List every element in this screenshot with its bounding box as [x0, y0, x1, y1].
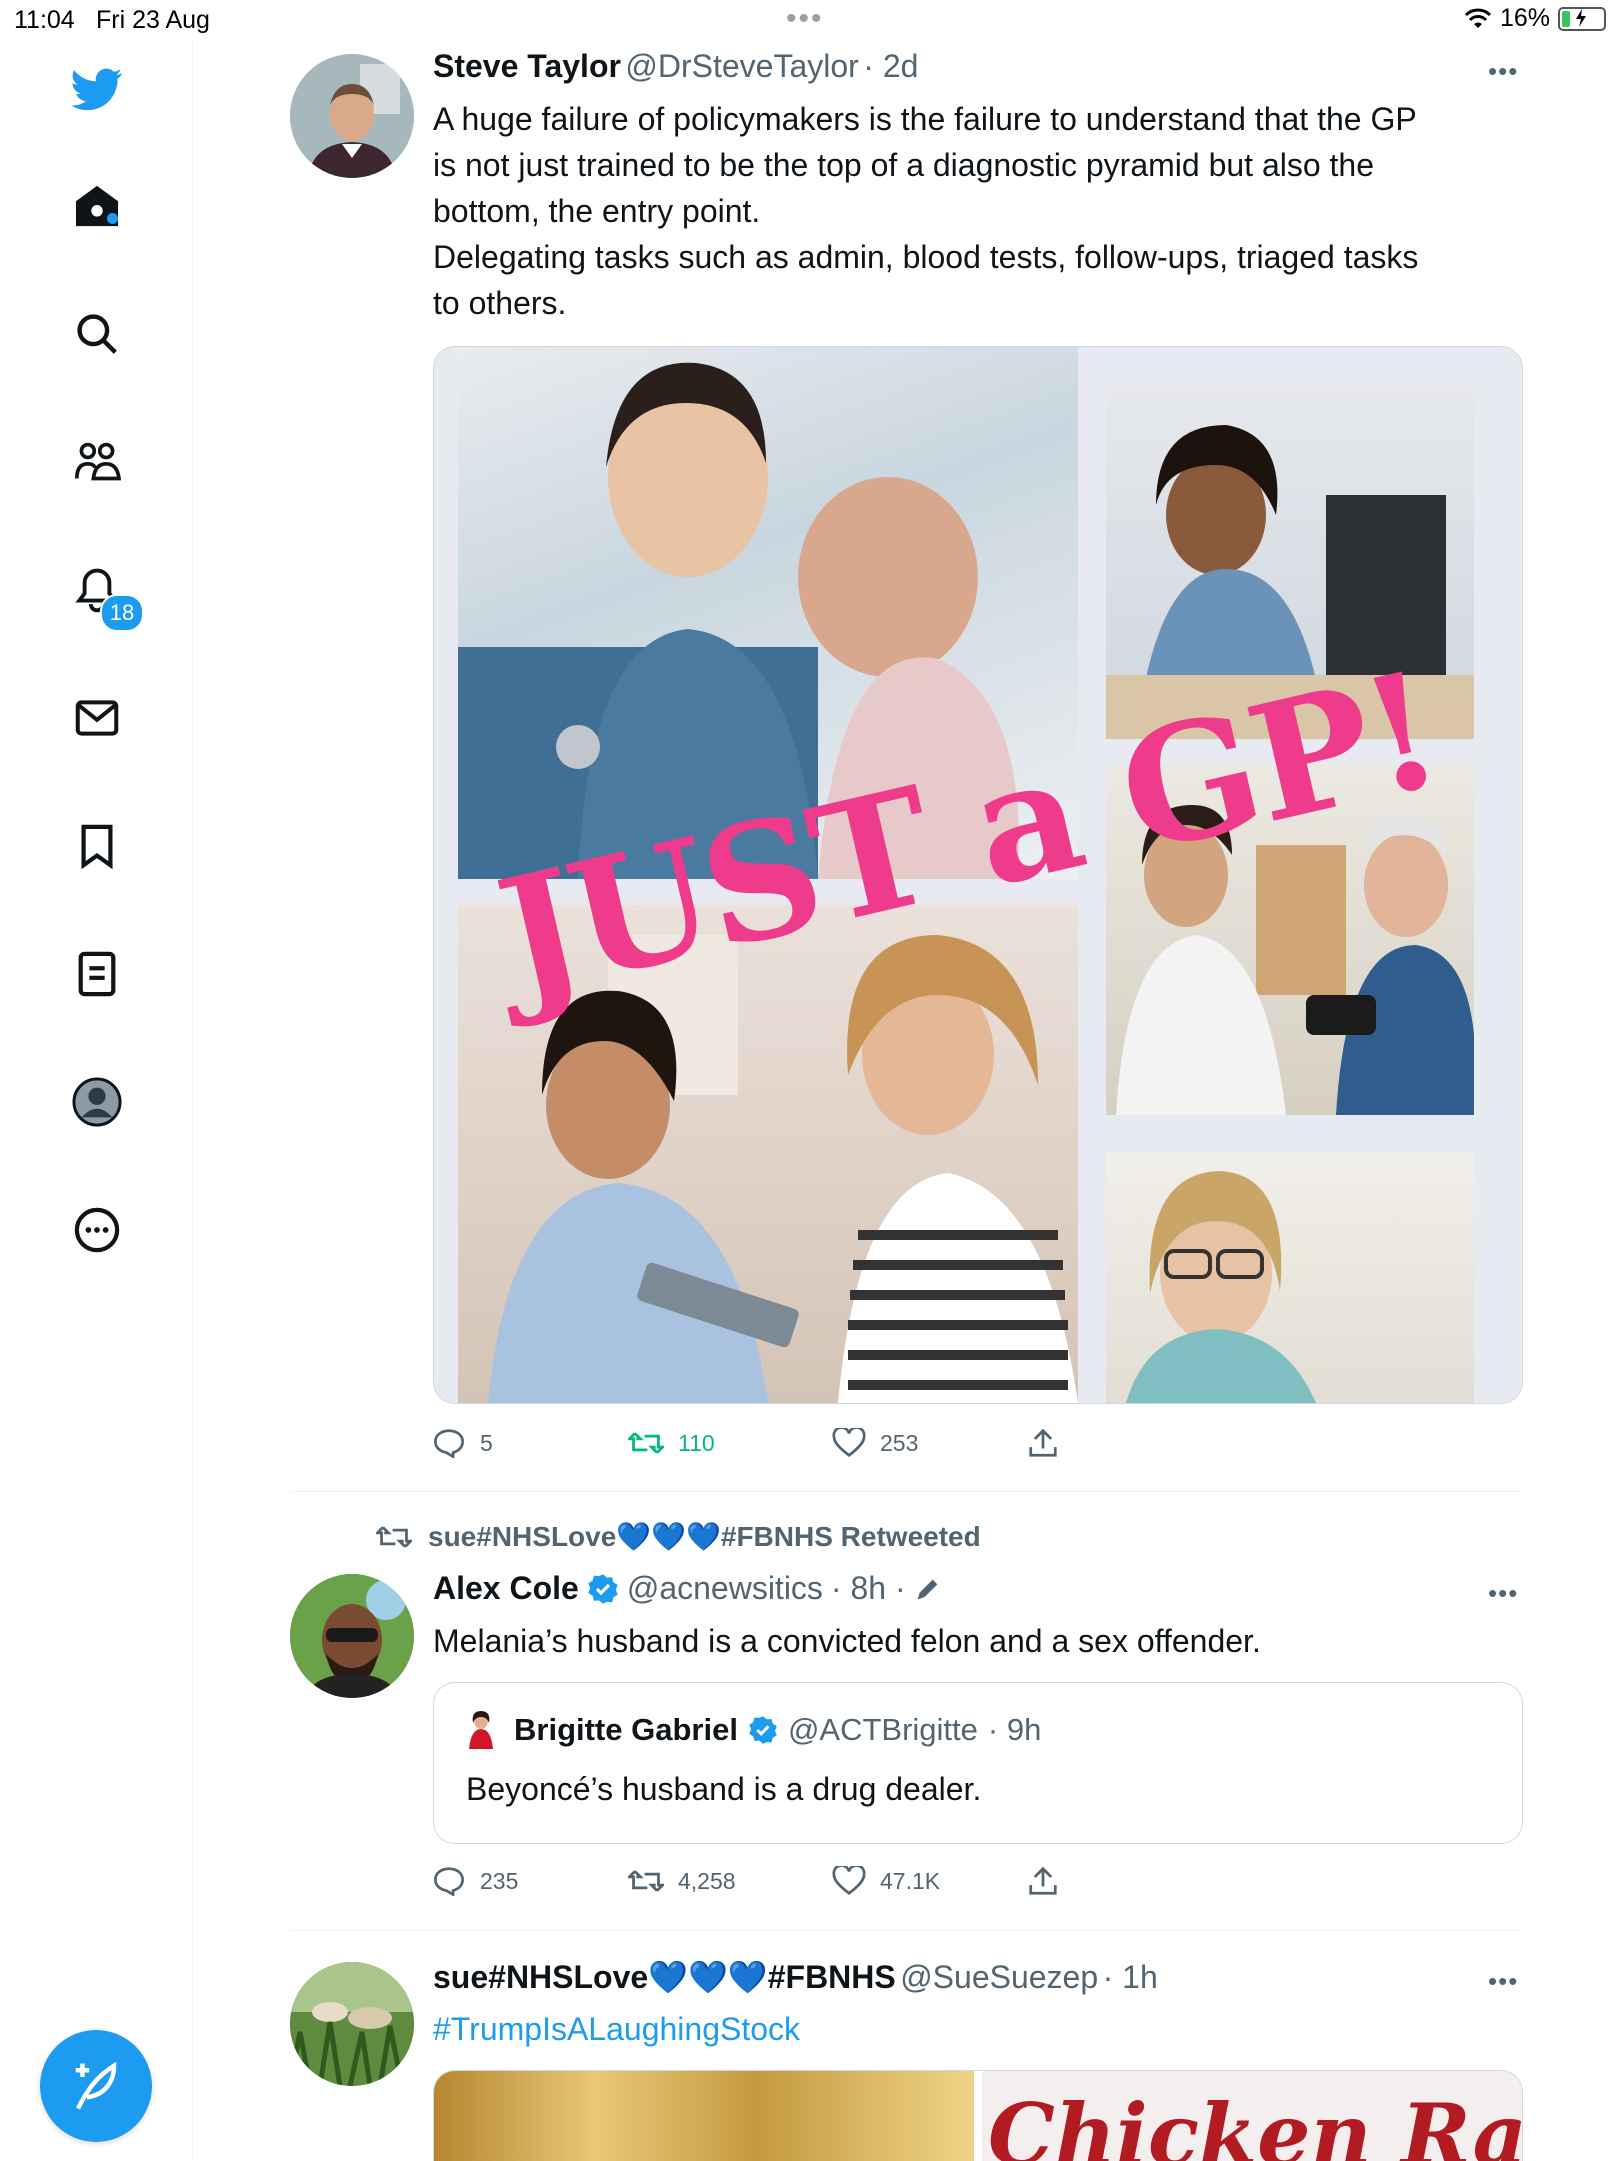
tweet-actions: 235 4,258 47.1K	[432, 1866, 1058, 1896]
status-indicators: 16%	[1464, 4, 1606, 33]
retweet-count: 4,258	[678, 1867, 736, 1894]
author-handle[interactable]: @DrSteveTaylor	[625, 48, 858, 84]
like-button[interactable]: 47.1K	[832, 1866, 1028, 1896]
tweet-image[interactable]: Chicken Ra	[433, 2070, 1523, 2161]
hashtag-link[interactable]: #TrumpIsALaughingStock	[433, 2006, 800, 2052]
retweet-button[interactable]: 4,258	[628, 1866, 832, 1896]
avatar[interactable]	[290, 1574, 414, 1698]
quoted-tweet[interactable]: Brigitte Gabriel @ACTBrigitte · 9h Beyon…	[433, 1682, 1523, 1844]
notifications-badge: 18	[100, 594, 144, 632]
edited-pencil-icon[interactable]	[914, 1575, 942, 1603]
battery-icon	[1558, 6, 1606, 31]
like-count: 47.1K	[880, 1867, 941, 1894]
reply-icon	[433, 1867, 465, 1896]
reply-button[interactable]: 235	[432, 1866, 628, 1896]
verified-badge-icon	[588, 1573, 618, 1604]
reply-button[interactable]: 5	[432, 1428, 628, 1458]
retweeted-by-label[interactable]: sue#NHSLove💙💙💙#FBNHS Retweeted	[428, 1520, 981, 1553]
tweet-actions: 5 110 253	[432, 1428, 1058, 1458]
tweet-more-icon[interactable]: •••	[1488, 1966, 1518, 1997]
bookmarks-icon[interactable]	[71, 820, 123, 872]
avatar[interactable]	[290, 1962, 414, 2086]
battery-percent: 16%	[1499, 4, 1550, 32]
tweet-photo-sign: Chicken Ra	[982, 2071, 1522, 2161]
retweet-icon	[628, 1432, 664, 1454]
verified-badge-icon	[749, 1716, 777, 1744]
lists-icon[interactable]	[71, 948, 123, 1000]
multitasking-dots-icon[interactable]: •••	[786, 2, 824, 36]
tweet-divider	[290, 1930, 1523, 1931]
reply-icon	[433, 1429, 465, 1458]
retweet-icon	[628, 1870, 664, 1892]
retweet-button[interactable]: 110	[628, 1428, 832, 1458]
share-button[interactable]	[1028, 1866, 1058, 1896]
quote-avatar[interactable]	[466, 1711, 496, 1749]
reply-count: 5	[480, 1429, 493, 1456]
tweet-photo-frame	[434, 2071, 974, 2161]
quote-text: Beyoncé’s husband is a drug dealer.	[466, 1771, 982, 1807]
sidebar-nav: 18	[0, 40, 193, 2160]
tweet-text: Melania’s husband is a convicted felon a…	[433, 1623, 1261, 1659]
home-icon[interactable]	[71, 180, 123, 232]
explore-search-icon[interactable]	[71, 308, 123, 360]
status-date: Fri 23 Aug	[96, 6, 210, 34]
tweet-divider	[290, 1491, 1523, 1492]
status-time: 11:04	[14, 6, 75, 34]
share-button[interactable]	[1028, 1428, 1058, 1458]
quote-author-name[interactable]: Brigitte Gabriel	[514, 1712, 738, 1748]
tweet-time[interactable]: · 8h ·	[831, 1570, 906, 1607]
tweet-more-icon[interactable]: •••	[1488, 56, 1518, 87]
communities-icon[interactable]	[71, 436, 123, 488]
tweet-more-icon[interactable]: •••	[1488, 1578, 1518, 1609]
home-unread-dot	[107, 213, 118, 224]
heart-icon	[832, 1428, 866, 1457]
compose-tweet-button[interactable]	[40, 2030, 152, 2142]
author-name[interactable]: Steve Taylor	[433, 48, 621, 84]
tweet-text: A huge failure of policymakers is the fa…	[433, 101, 1419, 321]
tweet-time[interactable]: · 1h	[1103, 1959, 1158, 1995]
messages-mail-icon[interactable]	[71, 692, 123, 744]
author-name[interactable]: sue#NHSLove💙💙💙#FBNHS	[433, 1959, 896, 1995]
retweet-count: 110	[678, 1429, 715, 1456]
compose-feather-icon	[75, 2061, 117, 2110]
author-handle[interactable]: @SueSuezep	[900, 1959, 1098, 1995]
twitter-logo-icon[interactable]	[71, 64, 123, 116]
tweet-image[interactable]: JUST a GP!	[433, 346, 1523, 1404]
tweet-time[interactable]: · 2d	[863, 48, 918, 84]
sign-text: Chicken Ra	[988, 2085, 1523, 2161]
profile-icon[interactable]	[71, 1076, 123, 1128]
retweet-context: sue#NHSLove💙💙💙#FBNHS Retweeted	[376, 1520, 981, 1553]
photo-female-doctor	[1106, 1153, 1474, 1403]
status-bar: 11:04 Fri 23 Aug ••• 16%	[0, 0, 1620, 40]
quote-time[interactable]: · 9h	[988, 1712, 1041, 1748]
share-icon	[1029, 1866, 1057, 1895]
like-count: 253	[880, 1429, 919, 1456]
heart-icon	[832, 1866, 866, 1895]
retweet-icon	[376, 1525, 412, 1548]
author-name[interactable]: Alex Cole	[433, 1570, 579, 1607]
like-button[interactable]: 253	[832, 1428, 1028, 1458]
share-icon	[1029, 1428, 1057, 1457]
quote-author-handle[interactable]: @ACTBrigitte	[788, 1712, 978, 1748]
author-handle[interactable]: @acnewsitics	[627, 1570, 823, 1607]
wifi-icon	[1464, 8, 1492, 28]
reply-count: 235	[480, 1867, 519, 1894]
more-options-icon[interactable]	[71, 1204, 123, 1256]
avatar[interactable]	[290, 54, 414, 178]
